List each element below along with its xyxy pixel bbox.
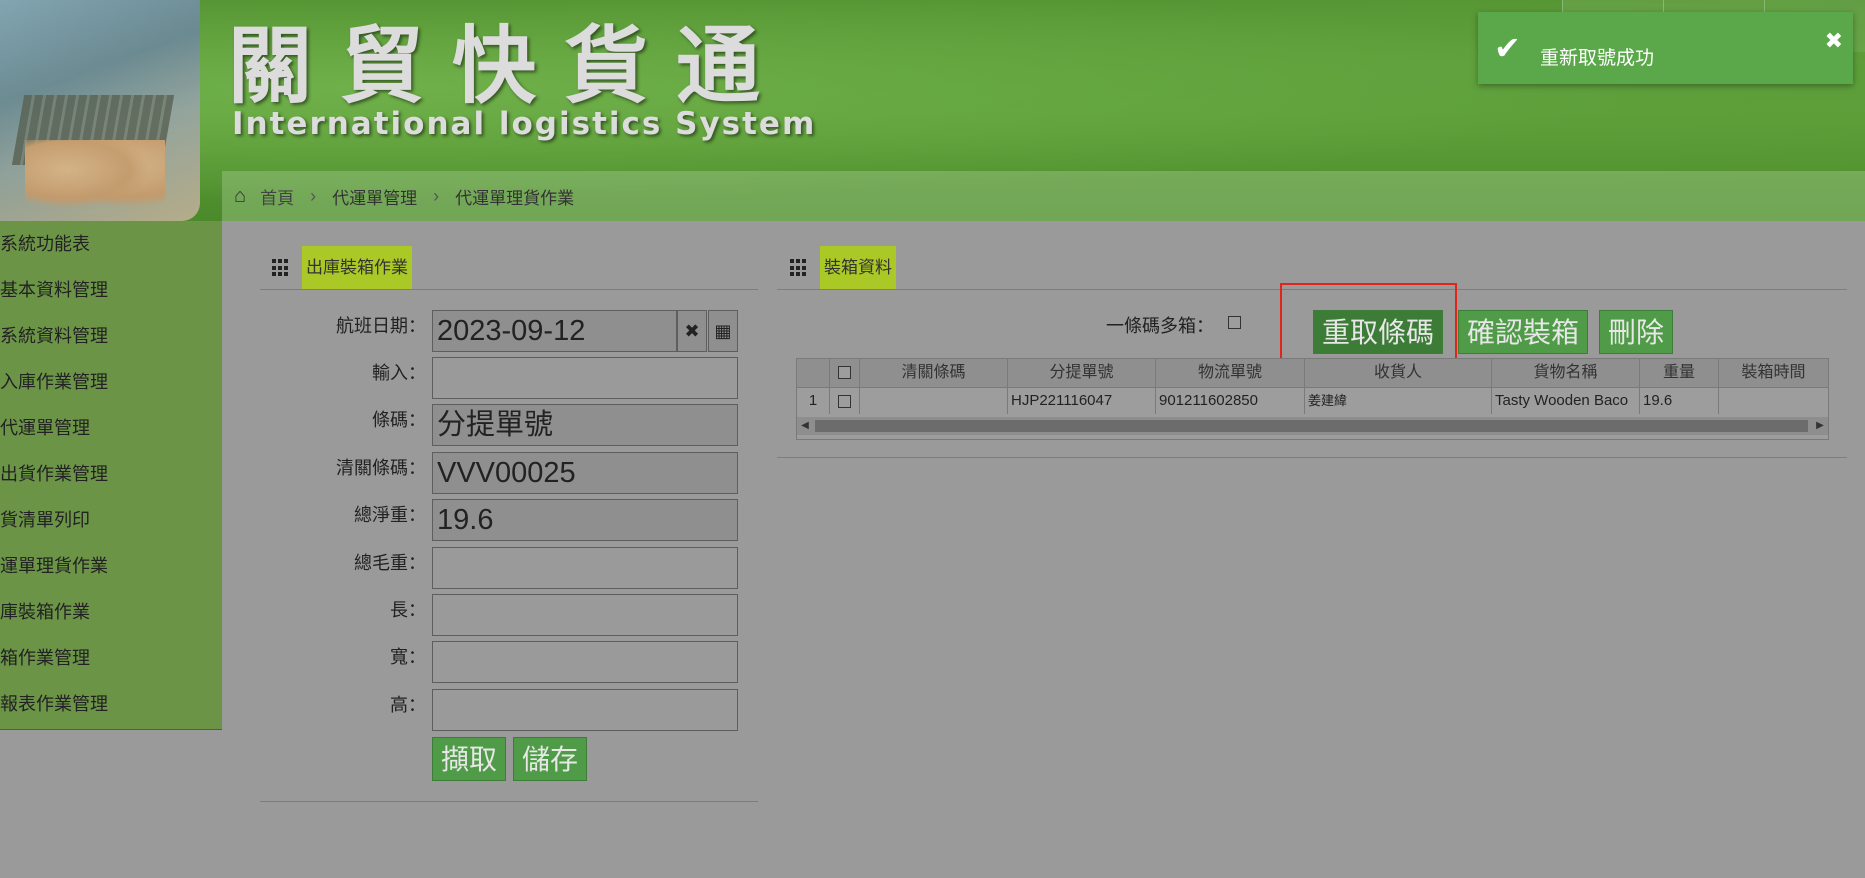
header-laptop-image [0,0,200,221]
row-index: 1 [797,388,830,414]
breadcrumb-current-page: 代運單理貨作業 [455,188,575,208]
row-select [830,388,860,414]
toast-message: 重新取號成功 [1540,48,1655,69]
reget-barcode-button[interactable]: 重取條碼 [1313,310,1444,354]
table-header: 清關條碼 分提單號 物流單號 收貨人 貨物名稱 重量 裝箱時間 [797,359,1828,388]
gross-weight-label: 總毛重： [354,553,426,573]
horizontal-scrollbar[interactable]: ◀ ▶ [797,417,1828,435]
grid-icon [272,259,290,277]
grid-icon [790,259,808,277]
flight-date-input[interactable]: 2023-09-12 [432,310,677,352]
scroll-left-icon[interactable]: ◀ [797,417,813,435]
column-header-pack-time[interactable]: 裝箱時間 [1719,359,1828,387]
brand-title: 關貿快貨通 [228,16,789,115]
divider [260,289,758,290]
cell-sub-bill-no: HJP221116047 [1008,388,1156,414]
column-header-consignee[interactable]: 收貨人 [1305,359,1492,387]
column-header-select [830,359,860,387]
column-header-customs-barcode[interactable]: 清關條碼 [860,359,1008,387]
breadcrumb-home[interactable]: 首頁 [260,184,294,209]
width-field[interactable] [432,641,738,683]
divider [260,801,758,802]
save-button[interactable]: 儲存 [513,737,588,781]
column-header-goods-name[interactable]: 貨物名稱 [1492,359,1640,387]
success-toast: ✔ 重新取號成功 ✖ [1478,12,1853,84]
sidebar-item[interactable]: 系統資料管理 [0,313,222,359]
flight-date-label: 航班日期： [336,316,426,336]
scroll-right-icon[interactable]: ▶ [1812,417,1828,435]
breadcrumb-waybill-management[interactable]: 代運單管理 [332,184,417,209]
input-field[interactable] [432,357,738,399]
height-label: 高： [390,695,426,715]
delete-button[interactable]: 刪除 [1599,310,1674,354]
input-label: 輸入： [372,363,426,383]
confirm-pack-button[interactable]: 確認裝箱 [1458,310,1589,354]
divider [777,289,1847,290]
table-row[interactable]: 1 HJP221116047 901211602850 姜建緯 Tasty Wo… [797,388,1828,414]
sidebar-item[interactable]: 運單理貨作業 [0,543,222,589]
row-checkbox[interactable] [838,394,851,408]
divider [777,457,1847,458]
barcode-field[interactable]: 分提單號 [432,404,738,446]
column-header-logistics-no[interactable]: 物流單號 [1156,359,1305,387]
multi-box-checkbox[interactable] [1228,316,1241,329]
cell-goods-name: Tasty Wooden Baco [1492,388,1640,414]
multi-box-label: 一條碼多箱： [1106,316,1214,336]
cell-customs-barcode [860,388,1008,414]
cell-pack-time [1719,388,1828,414]
close-icon[interactable]: ✖ [1825,28,1843,54]
column-header-weight[interactable]: 重量 [1640,359,1719,387]
sidebar-item[interactable]: 代運單管理 [0,405,222,451]
packing-table: 清關條碼 分提單號 物流單號 收貨人 貨物名稱 重量 裝箱時間 1 HJP221… [796,358,1829,440]
height-field[interactable] [432,689,738,731]
customs-barcode-label: 清關條碼： [336,458,426,478]
left-panel-title: 出庫裝箱作業 [302,246,412,290]
sidebar-item[interactable]: 箱作業管理 [0,635,222,681]
cell-consignee: 姜建緯 [1305,388,1492,414]
net-weight-label: 總淨重： [354,505,426,525]
customs-barcode-field[interactable]: VVV00025 [432,452,738,494]
sidebar: 系統功能表 基本資料管理 系統資料管理 入庫作業管理 代運單管理 出貨作業管理 … [0,221,222,730]
left-panel-header: 出庫裝箱作業 [272,246,412,290]
column-header-sub-bill[interactable]: 分提單號 [1008,359,1156,387]
gross-weight-field[interactable] [432,547,738,589]
home-icon[interactable]: ⌂ [234,185,246,208]
chevron-right-icon: › [433,185,440,206]
calendar-icon[interactable]: ▦ [708,310,738,352]
chevron-right-icon: › [310,185,317,206]
length-label: 長： [390,600,426,620]
sidebar-item[interactable]: 庫裝箱作業 [0,589,222,635]
sidebar-item[interactable]: 報表作業管理 [0,681,222,727]
breadcrumb: ⌂ 首頁 › 代運單管理 › 代運單理貨作業 [222,171,1865,221]
capture-button[interactable]: 擷取 [432,737,507,781]
length-field[interactable] [432,594,738,636]
sidebar-item[interactable]: 貨清單列印 [0,497,222,543]
barcode-label: 條碼： [372,410,426,430]
sidebar-item[interactable]: 系統功能表 [0,221,222,267]
net-weight-field[interactable]: 19.6 [432,499,738,541]
brand-subtitle: International logistics System [232,106,817,142]
right-panel-header: 裝箱資料 [790,246,896,290]
check-icon: ✔ [1494,30,1521,66]
scrollbar-thumb[interactable] [815,420,1808,432]
right-panel-title: 裝箱資料 [820,246,896,290]
width-label: 寬： [390,647,426,667]
clear-icon[interactable]: ✖ [677,310,707,352]
sidebar-item[interactable]: 出貨作業管理 [0,451,222,497]
column-header-index [797,359,830,387]
cell-logistics-no: 901211602850 [1156,388,1305,414]
sidebar-item[interactable]: 基本資料管理 [0,267,222,313]
sidebar-item[interactable]: 入庫作業管理 [0,359,222,405]
select-all-checkbox[interactable] [838,366,851,380]
cell-weight: 19.6 [1640,388,1719,414]
